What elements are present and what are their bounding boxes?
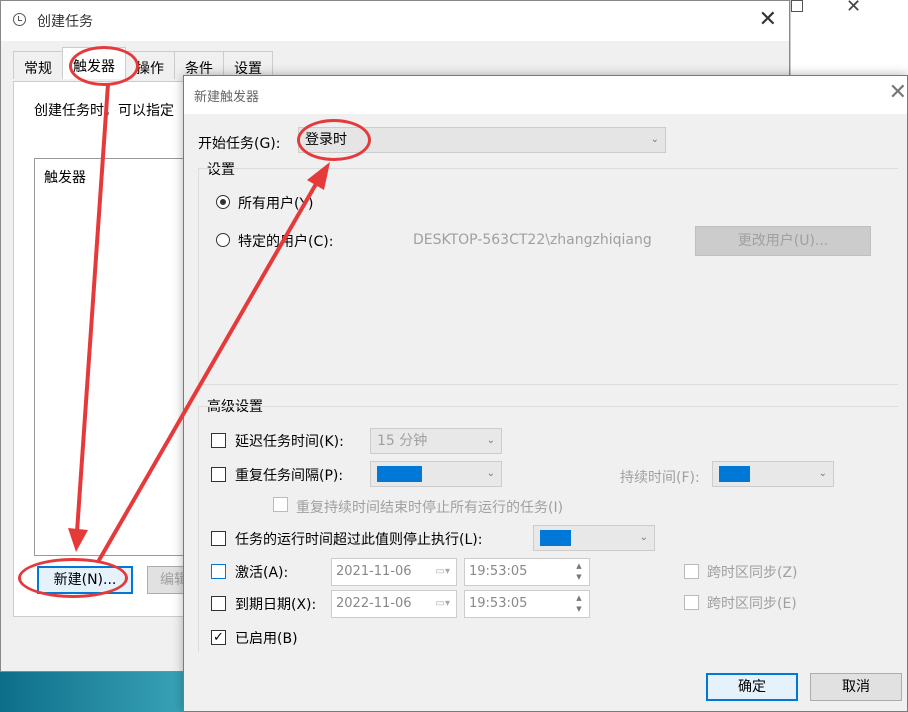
sync-tz-1-label: 跨时区同步(Z) (707, 565, 798, 581)
repeat-value: 1 小时 (377, 466, 423, 482)
advanced-divider-top (198, 384, 898, 385)
chevron-down-icon: ⌄ (818, 468, 827, 479)
chevron-down-icon: ⌄ (486, 468, 495, 479)
activate-checkbox[interactable] (211, 564, 226, 579)
spinner-icon[interactable]: ▲ ▼ (571, 593, 587, 615)
all-users-label: 所有用户(Y) (238, 196, 314, 212)
stop-if-checkbox[interactable] (211, 531, 226, 546)
delay-label: 延迟任务时间(K): (235, 434, 344, 450)
delay-value: 15 分钟 (377, 433, 428, 449)
repeat-label: 重复任务间隔(P): (235, 468, 344, 484)
expire-date-field[interactable]: 2022-11-06 ▭▾ (331, 590, 457, 618)
close-icon[interactable]: ✕ (889, 80, 907, 105)
desktop-background (0, 672, 190, 712)
trigger-list[interactable]: 触发器 (34, 158, 206, 556)
list-header: 触发器 (44, 170, 86, 186)
maximize-icon[interactable] (791, 0, 803, 12)
user-name: DESKTOP-563CT22\zhangzhiqiang (413, 232, 652, 248)
duration-value: 1 天 (719, 466, 751, 482)
calendar-icon[interactable]: ▭▾ (436, 591, 450, 617)
ok-button[interactable]: 确定 (706, 673, 798, 701)
dialog-title: 新建触发器 (194, 90, 260, 105)
activate-date: 2021-11-06 (336, 564, 412, 579)
enabled-checkbox[interactable]: ✓ (211, 630, 226, 645)
advanced-border (198, 406, 199, 652)
sync-tz-2-label: 跨时区同步(E) (707, 596, 797, 612)
spinner-icon[interactable]: ▲ ▼ (571, 561, 587, 583)
chevron-down-icon: ⌄ (639, 532, 648, 543)
activate-label: 激活(A): (235, 565, 289, 581)
annotation-circle-new-button (18, 558, 128, 598)
activate-date-field[interactable]: 2021-11-06 ▭▾ (331, 558, 457, 586)
expire-time: 19:53:05 (469, 596, 528, 611)
activate-time-field[interactable]: 19:53:05 ▲ ▼ (464, 558, 590, 586)
duration-select[interactable]: 1 天 ⌄ (712, 461, 834, 487)
repeat-checkbox[interactable] (211, 467, 226, 482)
window-title: 创建任务 (37, 14, 93, 30)
delay-checkbox[interactable] (211, 433, 226, 448)
radio-specific-user[interactable] (216, 233, 230, 247)
annotation-circle-begin-value (297, 119, 371, 161)
settings-header: 设置 (207, 162, 235, 178)
close-icon[interactable]: ✕ (846, 0, 861, 17)
expire-time-field[interactable]: 19:53:05 ▲ ▼ (464, 590, 590, 618)
expire-checkbox[interactable] (211, 596, 226, 611)
title-bar: 创建任务 ✕ (1, 1, 789, 41)
calendar-icon[interactable]: ▭▾ (436, 559, 450, 585)
settings-border (198, 168, 199, 384)
sync-tz-2-checkbox[interactable] (684, 595, 699, 610)
stop-if-select[interactable]: 3 天 ⌄ (533, 525, 655, 551)
stop-if-label: 任务的运行时间超过此值则停止执行(L): (235, 532, 483, 548)
settings-divider (198, 168, 898, 169)
change-user-button[interactable]: 更改用户(U)... (695, 226, 871, 256)
stop-all-label: 重复持续时间结束时停止所有运行的任务(I) (296, 500, 564, 516)
panel-description: 创建任务时，可以指定 (34, 103, 174, 119)
dialog-title-bar: 新建触发器 ✕ (184, 76, 907, 114)
chevron-down-icon: ⌄ (486, 435, 495, 446)
background-window: ✕ (790, 0, 908, 80)
tab-general[interactable]: 常规 (13, 51, 63, 79)
clock-icon (13, 13, 26, 26)
advanced-divider (198, 406, 898, 407)
delay-select[interactable]: 15 分钟 ⌄ (370, 428, 502, 454)
cancel-button[interactable]: 取消 (810, 673, 902, 701)
close-icon[interactable]: ✕ (759, 7, 777, 32)
expire-date: 2022-11-06 (336, 596, 412, 611)
specific-user-label: 特定的用户(C): (238, 234, 334, 250)
annotation-circle-triggers-tab (69, 46, 139, 86)
expire-label: 到期日期(X): (235, 597, 317, 613)
begin-task-label: 开始任务(G): (198, 136, 281, 152)
enabled-label: 已启用(B) (235, 631, 298, 647)
stop-all-checkbox[interactable] (273, 497, 288, 512)
radio-all-users[interactable] (216, 195, 230, 209)
activate-time: 19:53:05 (469, 564, 528, 579)
sync-tz-1-checkbox[interactable] (684, 564, 699, 579)
chevron-down-icon: ⌄ (650, 134, 659, 145)
stop-if-value: 3 天 (540, 530, 572, 546)
new-trigger-dialog: 新建触发器 ✕ 开始任务(G): 登录时 ⌄ 设置 所有用户(Y) 特定的用户(… (183, 75, 908, 712)
duration-label: 持续时间(F): (620, 470, 700, 486)
repeat-select[interactable]: 1 小时 ⌄ (370, 461, 502, 487)
